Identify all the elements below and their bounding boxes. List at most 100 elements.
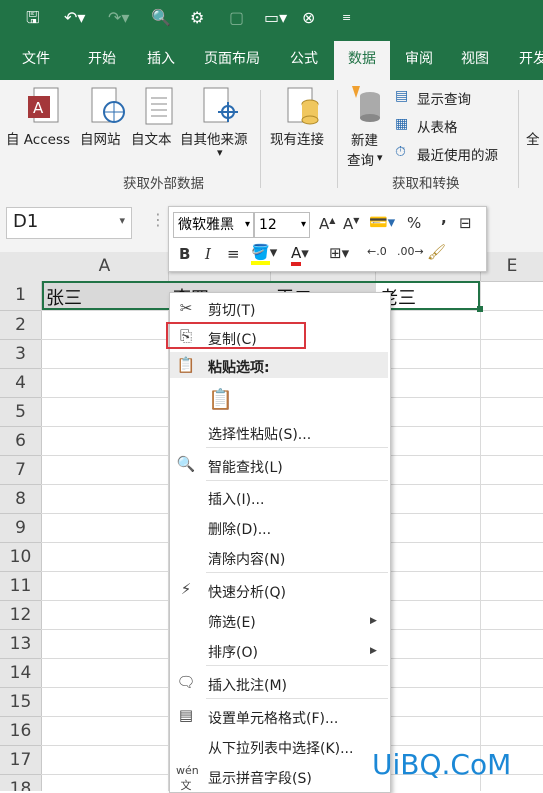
column-header-e[interactable]: E xyxy=(481,252,543,282)
submenu-arrow-icon: ▶ xyxy=(370,646,377,656)
font-color-icon[interactable]: A▾ xyxy=(291,244,309,266)
new-query-button[interactable]: 查询 xyxy=(347,149,374,169)
menu-item-clear-contents[interactable]: 清除内容(N) xyxy=(208,549,285,569)
redo-icon[interactable]: ↷▾ xyxy=(108,8,129,28)
row-header-17[interactable]: 17 xyxy=(0,746,42,775)
web-icon xyxy=(91,87,125,123)
new-query-dropdown-icon[interactable]: ▾ xyxy=(377,151,383,164)
decrease-decimal-icon[interactable]: .00→ xyxy=(397,245,424,258)
menu-item-delete[interactable]: 删除(D)... xyxy=(208,519,271,539)
menu-separator xyxy=(206,480,388,481)
tab-page-layout[interactable]: 页面布局 xyxy=(194,38,270,80)
bold-button[interactable]: B xyxy=(179,245,190,263)
tab-insert[interactable]: 插入 xyxy=(132,38,190,80)
tab-home[interactable]: 开始 xyxy=(72,38,132,80)
row-header-15[interactable]: 15 xyxy=(0,688,42,717)
comment-icon[interactable]: ▭▾ xyxy=(264,8,287,28)
name-box[interactable]: D1 ▾ xyxy=(6,207,132,239)
customize-icon[interactable]: ≡ xyxy=(342,8,351,28)
print-preview-icon[interactable]: 🔍 xyxy=(151,8,171,28)
increase-decimal-icon[interactable]: ←.0 xyxy=(367,245,387,258)
column-header-a[interactable]: A xyxy=(41,252,169,282)
screenshot-icon[interactable]: ⚙ xyxy=(190,8,204,28)
row-header-4[interactable]: 4 xyxy=(0,369,42,398)
paste-icon[interactable]: 📋 xyxy=(208,387,233,411)
tab-view[interactable]: 视图 xyxy=(446,38,504,80)
recent-sources-button[interactable]: 最近使用的源 xyxy=(417,144,498,164)
refresh-all-button[interactable]: 全 xyxy=(526,128,540,148)
from-access-button[interactable]: 自 Access xyxy=(6,128,70,148)
menu-separator xyxy=(206,447,388,448)
row-header-11[interactable]: 11 xyxy=(0,572,42,601)
row-header-3[interactable]: 3 xyxy=(0,340,42,369)
clipboard-icon: 📋 xyxy=(176,356,196,374)
row-header-13[interactable]: 13 xyxy=(0,630,42,659)
save-icon[interactable]: 🖫 xyxy=(26,8,40,28)
chevron-down-icon: ▾ xyxy=(244,219,250,230)
menu-item-pick-from-list[interactable]: 从下拉列表中选择(K)... xyxy=(208,738,353,758)
percent-style-button[interactable]: % xyxy=(407,214,421,232)
from-other-sources-button[interactable]: 自其他来源 xyxy=(180,128,248,148)
row-header-7[interactable]: 7 xyxy=(0,456,42,485)
font-size-select[interactable]: 12 ▾ xyxy=(254,212,310,238)
cell-a1[interactable]: 张三 xyxy=(46,284,82,310)
menu-item-insert[interactable]: 插入(I)... xyxy=(208,489,264,509)
decrease-font-icon[interactable]: A▼ xyxy=(343,215,359,233)
font-name-select[interactable]: 微软雅黑 ▾ xyxy=(173,212,254,238)
row-header-2[interactable]: 2 xyxy=(0,311,42,340)
align-center-icon[interactable]: ≡ xyxy=(227,245,240,263)
borders-icon[interactable]: ⊞▾ xyxy=(329,244,349,262)
row-header-12[interactable]: 12 xyxy=(0,601,42,630)
from-web-button[interactable]: 自网站 xyxy=(80,128,121,148)
row-header-10[interactable]: 10 xyxy=(0,543,42,572)
from-text-button[interactable]: 自文本 xyxy=(131,128,172,148)
row-header-9[interactable]: 9 xyxy=(0,514,42,543)
menu-item-cut[interactable]: 剪切(T) xyxy=(208,300,255,320)
watermark-text: UiBQ.CoM xyxy=(372,748,512,781)
row-header-18[interactable]: 18 xyxy=(0,775,42,791)
increase-font-icon[interactable]: A▲ xyxy=(319,215,335,233)
menu-item-sort[interactable]: 排序(O) xyxy=(208,642,258,662)
existing-connections-button[interactable]: 现有连接 xyxy=(270,128,324,148)
insert-icon[interactable]: ▢ xyxy=(229,8,244,28)
tab-formulas[interactable]: 公式 xyxy=(276,38,332,80)
format-cells-icon: ▤ xyxy=(178,706,194,724)
menu-item-quick-analysis[interactable]: 快速分析(Q) xyxy=(208,582,286,602)
tab-data[interactable]: 数据 xyxy=(334,41,390,80)
show-queries-button[interactable]: 显示查询 xyxy=(417,88,471,108)
select-all-corner[interactable] xyxy=(0,252,42,282)
menu-item-paste-special[interactable]: 选择性粘贴(S)... xyxy=(208,424,311,444)
row-header-8[interactable]: 8 xyxy=(0,485,42,514)
format-painter-icon[interactable]: 🖌 xyxy=(427,243,446,261)
fill-color-icon[interactable]: 🪣▾ xyxy=(251,243,277,265)
italic-button[interactable]: I xyxy=(205,245,211,263)
ribbon-tabs: 文件 开始 插入 页面布局 公式 数据 审阅 视图 开发 xyxy=(0,38,543,80)
from-table-button[interactable]: 从表格 xyxy=(417,116,458,136)
comma-style-button[interactable]: , xyxy=(441,209,447,227)
menu-item-filter[interactable]: 筛选(E) xyxy=(208,612,256,632)
row-header-5[interactable]: 5 xyxy=(0,398,42,427)
menu-item-insert-comment[interactable]: 插入批注(M) xyxy=(208,675,287,695)
tab-review[interactable]: 审阅 xyxy=(392,38,446,80)
menu-item-smart-lookup[interactable]: 智能查找(L) xyxy=(208,457,283,477)
row-header-1[interactable]: 1 xyxy=(0,281,42,311)
fill-handle[interactable] xyxy=(477,306,483,312)
undo-icon[interactable]: ↶▾ xyxy=(64,8,85,28)
row-header-16[interactable]: 16 xyxy=(0,717,42,746)
font-name-value: 微软雅黑 xyxy=(178,217,234,233)
new-query-label[interactable]: 新建 xyxy=(351,129,378,149)
tab-file[interactable]: 文件 xyxy=(6,38,66,80)
tab-developer[interactable]: 开发 xyxy=(508,38,543,80)
row-header-6[interactable]: 6 xyxy=(0,427,42,456)
menu-item-format-cells[interactable]: 设置单元格格式(F)... xyxy=(208,708,338,728)
from-table-icon: ▦ xyxy=(395,116,409,132)
merge-center-icon[interactable]: ⊟ xyxy=(459,214,472,232)
chevron-down-icon[interactable]: ▾ xyxy=(119,214,125,227)
number-format-icon[interactable]: 💳▾ xyxy=(369,213,395,231)
clear-icon[interactable]: ⊗ xyxy=(302,8,315,28)
show-queries-icon: ▤ xyxy=(395,88,409,104)
row-header-14[interactable]: 14 xyxy=(0,659,42,688)
menu-item-copy[interactable]: 复制(C) xyxy=(208,329,257,349)
other-sources-dropdown-icon[interactable]: ▾ xyxy=(217,146,223,159)
menu-item-show-phonetic[interactable]: 显示拼音字段(S) xyxy=(208,768,312,788)
